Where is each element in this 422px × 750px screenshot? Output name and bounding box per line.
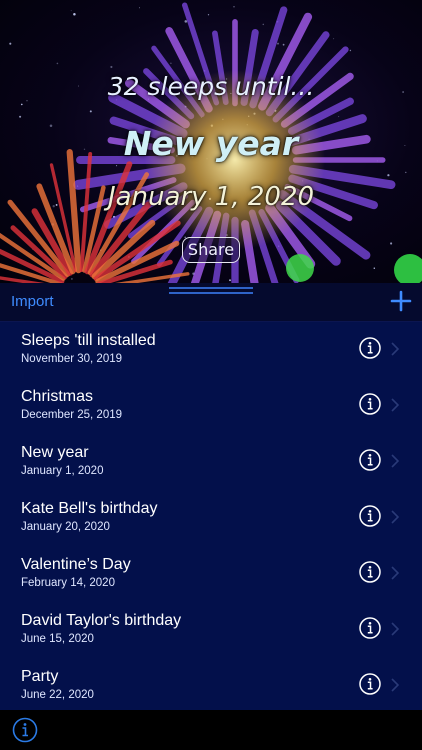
event-date-label: January 1, 2020 <box>21 465 104 477</box>
list-item[interactable]: Christmas December 25, 2019 <box>0 378 422 434</box>
list-toolbar: Import <box>0 283 422 322</box>
event-list: Sleeps 'till installed November 30, 2019 C… <box>0 322 422 710</box>
info-icon[interactable] <box>359 393 381 415</box>
share-button[interactable]: Share <box>182 237 240 263</box>
plus-icon[interactable] <box>389 287 413 315</box>
list-item[interactable]: Valentine’s Day February 14, 2020 <box>0 546 422 602</box>
event-date-label: February 14, 2020 <box>21 577 115 589</box>
info-icon[interactable] <box>12 717 38 743</box>
chevron-right-icon <box>391 678 399 692</box>
list-item[interactable]: David Taylor's birthday June 15, 2020 <box>0 602 422 658</box>
event-name: Kate Bell's birthday <box>21 500 158 517</box>
chevron-right-icon <box>391 622 399 636</box>
drag-handle-line[interactable] <box>169 287 253 289</box>
import-button[interactable]: Import <box>11 293 54 310</box>
chevron-right-icon <box>391 342 399 356</box>
event-name: Christmas <box>21 388 94 405</box>
event-title: New year <box>123 124 299 163</box>
info-icon[interactable] <box>359 505 381 527</box>
event-date-label: January 20, 2020 <box>21 521 110 533</box>
chevron-right-icon <box>391 510 399 524</box>
chevron-right-icon <box>391 398 399 412</box>
bottom-bar <box>0 710 422 750</box>
list-item[interactable]: Party June 22, 2020 <box>0 658 422 710</box>
hero-banner: 32 sleeps until... New year January 1, 2… <box>0 0 422 283</box>
list-item[interactable]: Kate Bell's birthday January 20, 2020 <box>0 490 422 546</box>
event-name: Sleeps 'till installed <box>21 332 156 349</box>
event-name: New year <box>21 444 89 461</box>
info-icon[interactable] <box>359 449 381 471</box>
info-icon[interactable] <box>359 617 381 639</box>
info-icon[interactable] <box>359 337 381 359</box>
event-name: David Taylor's birthday <box>21 612 182 629</box>
event-name: Party <box>21 668 59 685</box>
list-item[interactable]: New year January 1, 2020 <box>0 434 422 490</box>
countdown-text: 32 sleeps until... <box>107 72 315 101</box>
event-date: January 1, 2020 <box>107 182 315 212</box>
info-icon[interactable] <box>359 561 381 583</box>
event-name: Valentine’s Day <box>21 556 131 573</box>
list-item[interactable]: Sleeps 'till installed November 30, 2019 <box>0 322 422 378</box>
chevron-right-icon <box>391 454 399 468</box>
event-date-label: June 22, 2020 <box>21 689 94 701</box>
event-date-label: December 25, 2019 <box>21 409 123 421</box>
event-date-label: June 15, 2020 <box>21 633 94 645</box>
info-icon[interactable] <box>359 673 381 695</box>
chevron-right-icon <box>391 566 399 580</box>
drag-handle-line[interactable] <box>169 292 253 294</box>
event-date-label: November 30, 2019 <box>21 353 123 365</box>
